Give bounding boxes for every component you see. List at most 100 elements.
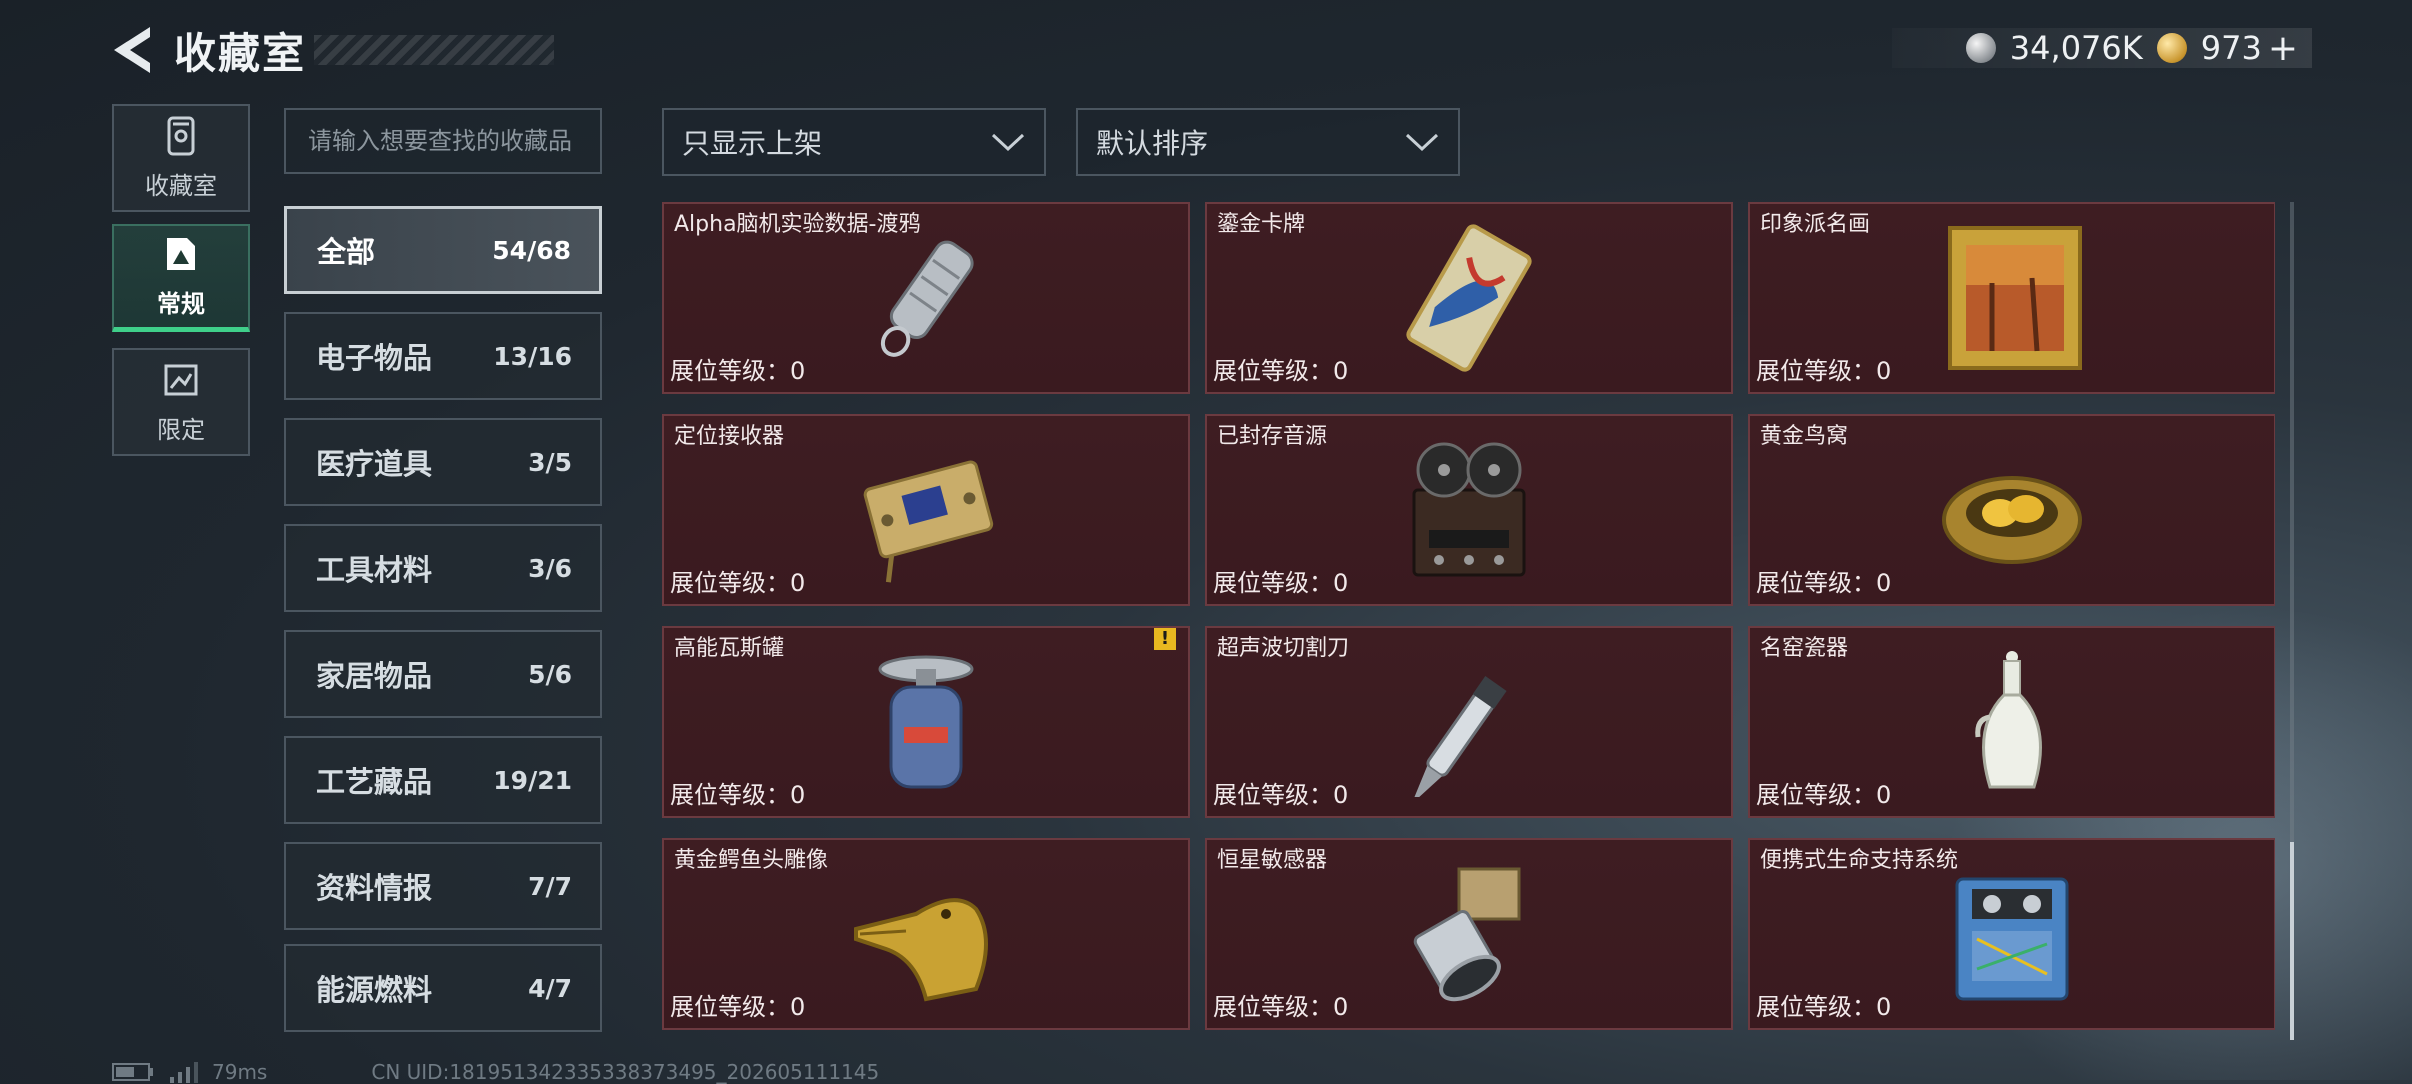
category-electronics[interactable]: 电子物品 13/16 <box>284 312 602 400</box>
item-level: 展位等级：0 <box>1756 357 1892 385</box>
item-level: 展位等级：0 <box>670 569 806 597</box>
status-footer: 79ms CN UID:18195134233533837349​5_20260… <box>112 1060 879 1084</box>
category-label: 能源燃料 <box>316 973 433 1007</box>
item-name: 高能瓦斯罐 <box>674 636 785 661</box>
category-label: 工艺藏品 <box>316 765 433 799</box>
collection-room-icon <box>167 116 195 155</box>
ping-value: 79ms <box>212 1060 268 1084</box>
sort-value: 默认排序 <box>1096 127 1209 160</box>
category-label: 家居物品 <box>316 659 433 693</box>
item-card[interactable]: 高能瓦斯罐 ! 展位等级：0 <box>662 626 1190 818</box>
item-name: 恒星敏感器 <box>1217 848 1328 873</box>
life-support-system-icon <box>1955 877 2069 1001</box>
display-filter-dropdown[interactable]: 只显示上架 <box>662 108 1046 176</box>
category-count: 3/6 <box>528 553 572 583</box>
tab-label: 限定 <box>157 415 205 444</box>
item-card[interactable]: 定位接收器 展位等级：0 <box>662 414 1190 606</box>
golden-crocodile-head-icon <box>854 898 988 1002</box>
grid-scrollbar[interactable] <box>2290 202 2294 1040</box>
category-label: 全部 <box>317 235 376 269</box>
gold-coin-icon <box>2156 33 2187 63</box>
category-count: 13/16 <box>493 341 572 371</box>
category-label: 工具材料 <box>316 553 433 587</box>
reel-tape-recorder-icon <box>1412 442 1526 577</box>
framed-painting-icon <box>1948 226 2082 370</box>
header: 收藏室 <box>110 20 555 80</box>
item-level: 展位等级：0 <box>1756 569 1892 597</box>
tab-limited[interactable]: 限定 <box>112 348 250 456</box>
chevron-down-icon <box>1405 133 1439 152</box>
item-level: 展位等级：0 <box>1213 993 1349 1021</box>
item-name: 印象派名画 <box>1760 212 1871 237</box>
regular-card-icon <box>167 238 195 270</box>
item-card[interactable]: Alpha脑机实验数据-渡鸦 展位等级：0 <box>662 202 1190 394</box>
sort-dropdown[interactable]: 默认排序 <box>1076 108 1460 176</box>
scrollbar-thumb[interactable] <box>2290 842 2294 1040</box>
item-level: 展位等级：0 <box>670 993 806 1021</box>
golden-nest-icon <box>1942 476 2082 564</box>
star-sensor-icon <box>1413 867 1521 1002</box>
battery-icon <box>112 1063 153 1081</box>
item-card[interactable]: 黄金鳄鱼头雕像 展位等级：0 <box>662 838 1190 1030</box>
silver-coin-amount: 34,076K <box>2009 29 2143 67</box>
category-label: 医疗道具 <box>316 447 433 481</box>
back-arrow-icon[interactable] <box>110 25 154 75</box>
item-name: 名窑瓷器 <box>1760 636 1849 661</box>
add-currency-icon[interactable]: + <box>2268 28 2298 69</box>
tab-collection-room[interactable]: 收藏室 <box>112 104 250 212</box>
category-label: 电子物品 <box>316 341 433 375</box>
signal-icon <box>170 1062 198 1083</box>
item-level: 展位等级：0 <box>670 357 806 385</box>
category-all[interactable]: 全部 54/68 <box>284 206 602 294</box>
item-name: 便携式生命支持系统 <box>1760 848 1959 873</box>
tab-label: 收藏室 <box>145 171 217 200</box>
item-card[interactable]: 恒星敏感器 展位等级：0 <box>1205 838 1733 1030</box>
locator-receiver-icon <box>863 460 994 583</box>
category-medical[interactable]: 医疗道具 3/5 <box>284 418 602 506</box>
gold-coin-amount: 973 <box>2200 29 2262 67</box>
category-count: 7/7 <box>528 871 572 901</box>
gas-canister-icon <box>878 655 974 789</box>
item-grid: Alpha脑机实验数据-渡鸦 展位等级：0 鎏金卡牌 展位等级：0 印象派名画 <box>660 202 2275 1042</box>
category-label: 资料情报 <box>316 871 433 905</box>
item-name: 黄金鳄鱼头雕像 <box>674 848 829 873</box>
category-tools[interactable]: 工具材料 3/6 <box>284 524 602 612</box>
user-uid: CN UID:18195134233533837349​5_2026051111… <box>371 1060 880 1084</box>
silver-data-canister-icon <box>880 240 974 357</box>
item-card[interactable]: 名窑瓷器 展位等级：0 <box>1748 626 2275 818</box>
item-name: 鎏金卡牌 <box>1217 212 1306 237</box>
item-card[interactable]: 超声波切割刀 展位等级：0 <box>1205 626 1733 818</box>
item-name: 定位接收器 <box>674 424 785 449</box>
warning-icon: ! <box>1154 628 1176 650</box>
limited-icon <box>164 364 198 395</box>
category-crafts[interactable]: 工艺藏品 19/21 <box>284 736 602 824</box>
item-name: 超声波切割刀 <box>1217 636 1350 661</box>
title-decoration <box>314 35 555 65</box>
category-intel[interactable]: 资料情报 7/7 <box>284 842 602 930</box>
search-field[interactable] <box>284 108 602 174</box>
search-input[interactable] <box>308 127 600 155</box>
item-card[interactable]: 鎏金卡牌 展位等级：0 <box>1205 202 1733 394</box>
category-count: 54/68 <box>492 235 571 265</box>
chevron-down-icon <box>991 133 1025 152</box>
gilded-card-icon <box>1406 224 1532 372</box>
item-card[interactable]: 黄金鸟窝 展位等级：0 <box>1748 414 2275 606</box>
category-count: 3/5 <box>528 447 572 477</box>
item-card[interactable]: 已封存音源 展位等级：0 <box>1205 414 1733 606</box>
item-level: 展位等级：0 <box>1756 781 1892 809</box>
item-level: 展位等级：0 <box>1213 569 1349 597</box>
tab-regular[interactable]: 常规 <box>112 224 250 332</box>
category-energy[interactable]: 能源燃料 4/7 <box>284 944 602 1032</box>
item-name: 黄金鸟窝 <box>1760 424 1849 449</box>
ultrasonic-cutter-icon <box>1411 676 1507 797</box>
category-count: 5/6 <box>528 659 572 689</box>
item-card[interactable]: 便携式生命支持系统 展位等级：0 <box>1748 838 2275 1030</box>
category-count: 4/7 <box>528 973 572 1003</box>
item-level: 展位等级：0 <box>1213 357 1349 385</box>
item-level: 展位等级：0 <box>1756 993 1892 1021</box>
silver-coin-icon <box>1965 33 1996 63</box>
item-name: 已封存音源 <box>1217 424 1328 449</box>
item-level: 展位等级：0 <box>670 781 806 809</box>
category-household[interactable]: 家居物品 5/6 <box>284 630 602 718</box>
item-card[interactable]: 印象派名画 展位等级：0 <box>1748 202 2275 394</box>
